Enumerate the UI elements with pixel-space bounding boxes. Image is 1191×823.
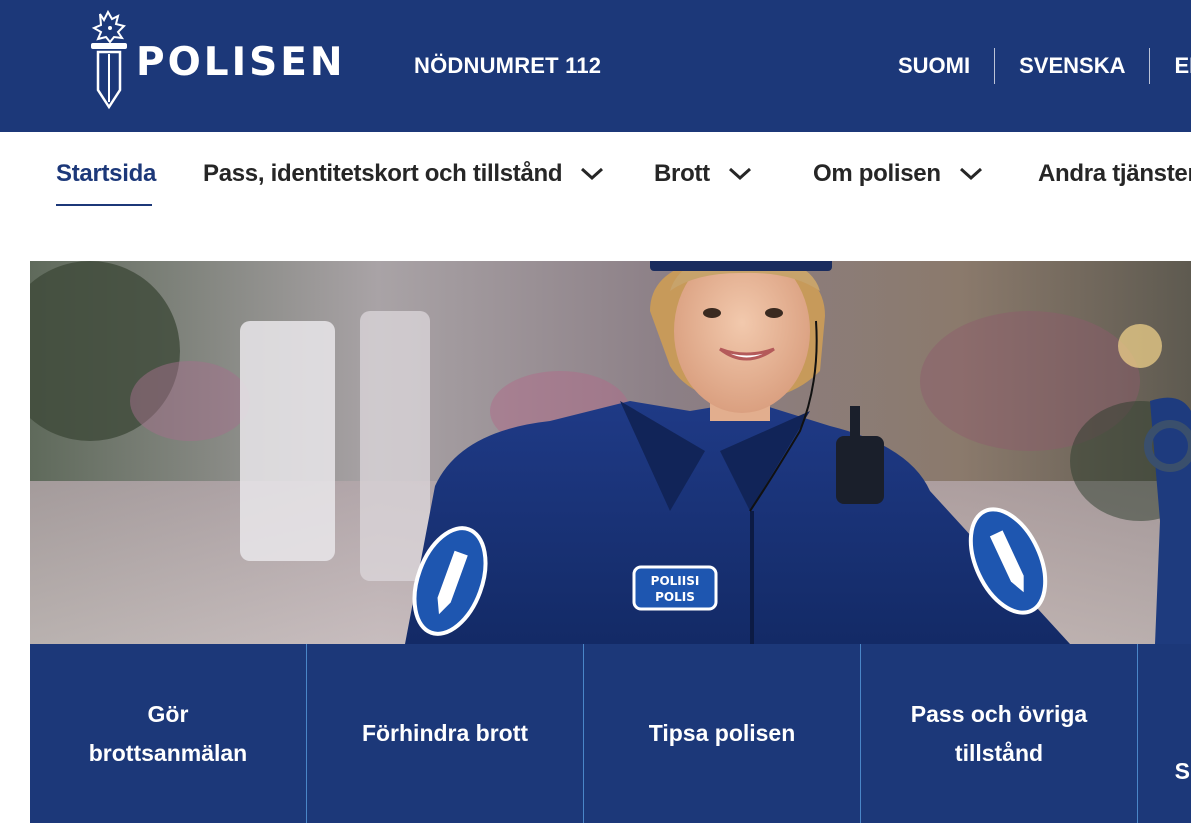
badge-text-line1: POLIISI: [651, 574, 700, 588]
nav-label: Om polisen: [813, 160, 941, 187]
tile-label-line1: Gör: [147, 700, 189, 727]
lang-svenska[interactable]: SVENSKA: [994, 48, 1149, 84]
nav-pass-identitetskort[interactable]: Pass, identitetskort och tillstånd: [203, 160, 604, 188]
tile-label: Tipsa polisen: [648, 720, 796, 746]
tile-pass-och-ovriga-tillstand[interactable]: Pass och övriga tillstånd: [861, 644, 1138, 823]
language-switcher: SUOMI SVENSKA ENG: [880, 48, 1191, 84]
nav-startsida[interactable]: Startsida: [56, 160, 156, 188]
police-emblem-icon: [91, 10, 127, 110]
tile-partial[interactable]: S: [1138, 644, 1190, 823]
tile-label: S: [1174, 758, 1190, 784]
chevron-down-icon: [728, 167, 751, 181]
hero-photo-police-officer: POLIISI POLIS: [30, 261, 1191, 644]
top-bar: POLISEN NÖDNUMRET 112 SUOMI SVENSKA ENG: [0, 0, 1191, 132]
quick-links: Gör brottsanmälan Förhindra brott Tipsa p…: [30, 644, 1191, 823]
tile-label-line1: Pass och övriga: [910, 700, 1088, 727]
main-navigation: Startsida Pass, identitetskort och tills…: [0, 132, 1191, 232]
tile-label: Gör brottsanmälan: [49, 695, 287, 773]
tile-gor-brottsanmalan[interactable]: Gör brottsanmälan: [30, 644, 307, 823]
nav-andra-tjanster[interactable]: Andra tjänster: [1038, 160, 1191, 188]
nav-om-polisen[interactable]: Om polisen: [813, 160, 983, 188]
tile-label-line2: tillstånd: [954, 739, 1044, 766]
nav-label: Brott: [654, 160, 710, 187]
tile-label: Pass och övriga tillstånd: [871, 695, 1127, 773]
chevron-down-icon: [581, 167, 604, 181]
lang-suomi[interactable]: SUOMI: [880, 48, 994, 84]
chevron-down-icon: [959, 167, 982, 181]
nav-label: Startsida: [56, 160, 157, 187]
polisen-logo-link[interactable]: POLISEN: [86, 10, 345, 110]
hero-image: POLIISI POLIS: [30, 261, 1191, 644]
active-nav-underline: [56, 204, 152, 206]
tile-tipsa-polisen[interactable]: Tipsa polisen: [584, 644, 861, 823]
nav-label: Pass, identitetskort och tillstånd: [203, 160, 563, 187]
tile-forhindra-brott[interactable]: Förhindra brott: [307, 644, 584, 823]
emergency-number: NÖDNUMRET 112: [414, 53, 602, 78]
nav-label: Andra tjänster: [1038, 160, 1191, 187]
badge-text-line2: POLIS: [655, 590, 695, 604]
logo-text: POLISEN: [136, 39, 346, 85]
nav-brott[interactable]: Brott: [654, 160, 752, 188]
lang-english[interactable]: ENG: [1149, 48, 1191, 84]
tile-label-line2: brottsanmälan: [88, 739, 248, 766]
tile-label: Förhindra brott: [361, 720, 529, 746]
